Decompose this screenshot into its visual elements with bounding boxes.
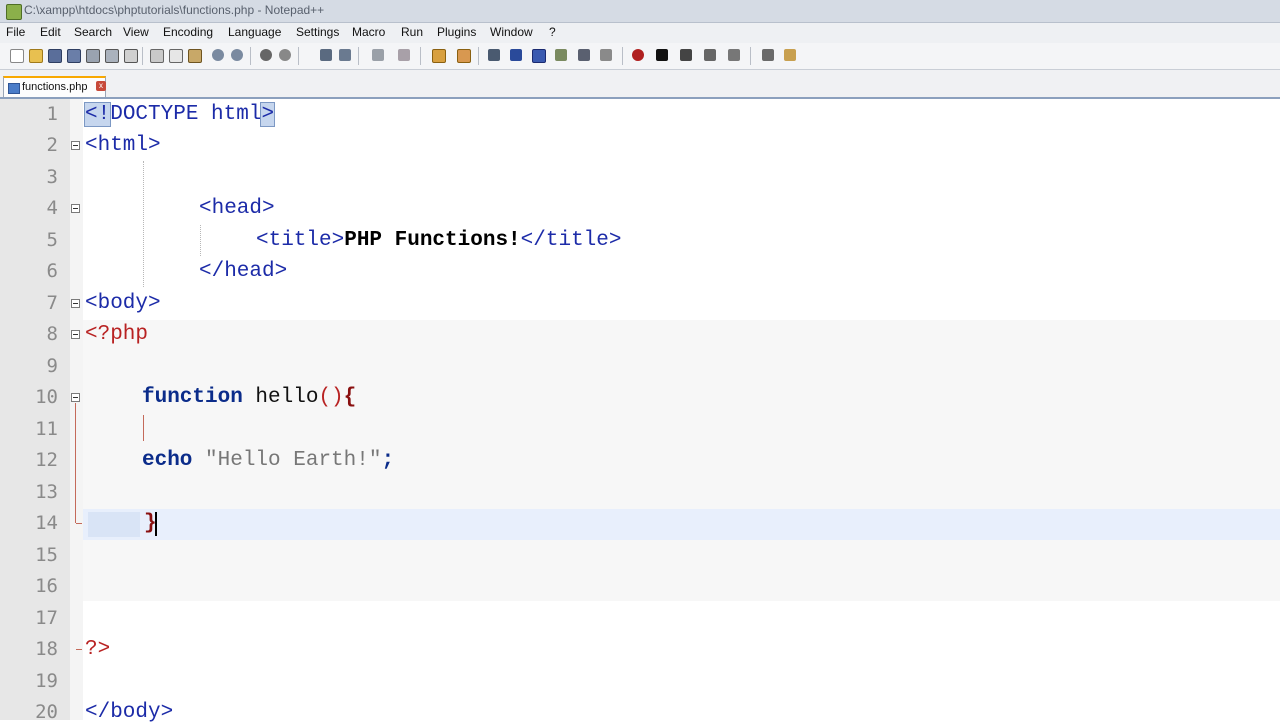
udl-icon[interactable] xyxy=(508,47,524,63)
cut-icon[interactable] xyxy=(148,47,164,63)
code-editor[interactable]: 1 2 3 4 5 6 7 8 9 10 11 12 13 14 15 16 1… xyxy=(0,99,1280,724)
code-line-5: <title>PHP Functions!</title> xyxy=(256,229,622,252)
fold-marker[interactable] xyxy=(71,141,80,150)
function-list-icon[interactable] xyxy=(553,47,569,63)
fold-margin xyxy=(70,99,83,720)
folder-icon[interactable] xyxy=(782,47,798,63)
code-line-10: function hello(){ xyxy=(142,386,357,409)
menu-encoding[interactable]: Encoding xyxy=(163,25,213,39)
tab-close-icon[interactable]: x xyxy=(96,81,106,91)
plugin-icon[interactable] xyxy=(760,47,776,63)
doc-map-icon[interactable] xyxy=(530,47,546,63)
line-number: 3 xyxy=(46,166,58,188)
undo-icon[interactable] xyxy=(210,47,226,63)
line-number: 9 xyxy=(46,355,58,377)
notepad-plus-plus-icon xyxy=(6,4,22,20)
current-line-highlight xyxy=(83,509,1280,540)
fold-marker[interactable] xyxy=(71,204,80,213)
play-macro-icon[interactable] xyxy=(630,47,646,63)
zoom-in-icon[interactable] xyxy=(318,47,334,63)
line-number: 20 xyxy=(35,701,58,723)
code-line-20: </body> xyxy=(85,701,174,724)
line-number: 15 xyxy=(35,544,58,566)
menu-file[interactable]: File xyxy=(6,25,25,39)
monitoring-icon[interactable] xyxy=(702,47,718,63)
close-icon[interactable] xyxy=(84,47,100,63)
line-number: 11 xyxy=(35,418,58,440)
line-number: 6 xyxy=(46,260,58,282)
line-number: 18 xyxy=(35,638,58,660)
close-all-icon[interactable] xyxy=(103,47,119,63)
code-line-6: </head> xyxy=(199,260,288,283)
line-number: 17 xyxy=(35,607,58,629)
file-icon xyxy=(8,83,20,94)
menu-window[interactable]: Window xyxy=(490,25,533,39)
line-number: 16 xyxy=(35,575,58,597)
paste-icon[interactable] xyxy=(186,47,202,63)
indent-guide-icon[interactable] xyxy=(486,47,502,63)
tab-label: functions.php xyxy=(22,81,88,93)
line-number: 14 xyxy=(35,512,58,534)
text-caret xyxy=(155,512,157,536)
replace-icon[interactable] xyxy=(277,47,293,63)
line-number: 2 xyxy=(46,134,58,156)
line-number: 1 xyxy=(46,103,58,125)
menu-language[interactable]: Language xyxy=(228,25,281,39)
tab-functions-php[interactable]: functions.php x xyxy=(3,76,106,97)
line-number: 19 xyxy=(35,670,58,692)
line-number: 10 xyxy=(35,386,58,408)
line-number: 13 xyxy=(35,481,58,503)
menu-settings[interactable]: Settings xyxy=(296,25,339,39)
open-file-icon[interactable] xyxy=(27,47,43,63)
code-line-2: <html> xyxy=(85,134,161,157)
menu-view[interactable]: View xyxy=(123,25,149,39)
code-line-12: echo "Hello Earth!"; xyxy=(142,449,395,472)
menu-macro[interactable]: Macro xyxy=(352,25,385,39)
line-number: 5 xyxy=(46,229,58,251)
sync-v-icon[interactable] xyxy=(370,47,386,63)
toolbar xyxy=(0,43,1280,70)
menu-edit[interactable]: Edit xyxy=(40,25,61,39)
line-number: 12 xyxy=(35,449,58,471)
tab-bar: functions.php x xyxy=(0,70,1280,99)
panel-icon[interactable] xyxy=(726,47,742,63)
menu-help[interactable]: ? xyxy=(549,25,556,39)
stop-record-icon[interactable] xyxy=(598,47,614,63)
line-number: 4 xyxy=(46,197,58,219)
save-all-icon[interactable] xyxy=(65,47,81,63)
zoom-out-icon[interactable] xyxy=(337,47,353,63)
sync-h-icon[interactable] xyxy=(396,47,412,63)
code-line-18: ?> xyxy=(85,638,111,661)
title-bar: C:\xampp\htdocs\phptutorials\functions.p… xyxy=(0,0,1280,23)
run-macro-multiple-icon[interactable] xyxy=(654,47,670,63)
copy-icon[interactable] xyxy=(167,47,183,63)
new-file-icon[interactable] xyxy=(8,47,24,63)
menu-bar: File Edit Search View Encoding Language … xyxy=(0,23,1280,43)
fold-marker[interactable] xyxy=(71,330,80,339)
fold-marker[interactable] xyxy=(71,299,80,308)
word-wrap-icon[interactable] xyxy=(430,47,446,63)
line-number: 8 xyxy=(46,323,58,345)
record-macro-icon[interactable] xyxy=(576,47,592,63)
menu-search[interactable]: Search xyxy=(74,25,112,39)
code-line-7: <body> xyxy=(85,292,161,315)
all-chars-icon[interactable] xyxy=(455,47,471,63)
fold-marker[interactable] xyxy=(71,393,80,402)
code-line-1: <!DOCTYPE html> xyxy=(83,102,276,127)
line-number: 7 xyxy=(46,292,58,314)
menu-plugins[interactable]: Plugins xyxy=(437,25,476,39)
code-line-4: <head> xyxy=(199,197,275,220)
print-icon[interactable] xyxy=(122,47,138,63)
code-line-8: <?php xyxy=(85,323,149,346)
menu-run[interactable]: Run xyxy=(401,25,423,39)
window-title: C:\xampp\htdocs\phptutorials\functions.p… xyxy=(24,3,325,17)
save-icon[interactable] xyxy=(46,47,62,63)
save-macro-icon[interactable] xyxy=(678,47,694,63)
redo-icon[interactable] xyxy=(229,47,245,63)
find-icon[interactable] xyxy=(258,47,274,63)
